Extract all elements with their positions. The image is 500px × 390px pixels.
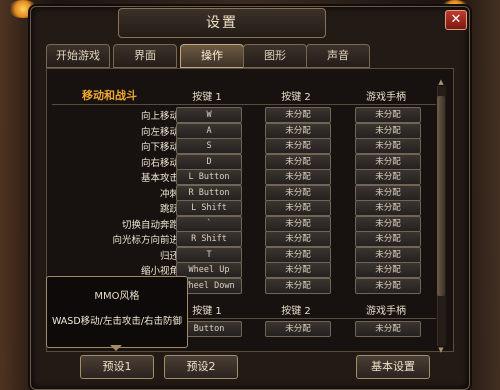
column-key2: 按键 2: [281, 92, 311, 103]
window-title: 设置: [118, 8, 326, 38]
action-label: 切换自动奔跑: [121, 219, 179, 231]
keybind-row: 切换自动奔跑 ` 未分配 未分配: [52, 215, 436, 232]
action-label: 向下移动: [140, 142, 179, 153]
tooltip-description: WASD移动/左击攻击/右击防御: [51, 316, 183, 327]
column-key1: 按键 1: [192, 92, 222, 103]
key2-binding-button[interactable]: 未分配: [265, 321, 331, 337]
basic-settings-button[interactable]: 基本设置: [356, 355, 430, 379]
gamepad-binding-button[interactable]: 未分配: [355, 321, 421, 337]
preset2-button[interactable]: 预设2: [164, 355, 238, 379]
tab-start-game[interactable]: 开始游戏: [46, 44, 110, 68]
preset-tooltip: MMO风格 WASD移动/左击攻击/右击防御: [46, 276, 188, 348]
scroll-up-icon[interactable]: ▲: [436, 78, 446, 86]
section-header-movement: 移动和战斗 按键 1 按键 2 游戏手柄: [52, 84, 436, 105]
scroll-down-icon[interactable]: ▼: [436, 346, 446, 354]
keybind-row: 向下移动 S 未分配 未分配: [52, 137, 436, 154]
tooltip-title: MMO风格: [94, 291, 140, 302]
action-label: 向光标方向前进: [112, 235, 179, 246]
scrollbar-thumb[interactable]: [437, 96, 445, 296]
keybind-row: 基本攻击 L Button 未分配 未分配: [52, 168, 436, 185]
keybind-row: 冲刺 R Button 未分配 未分配: [52, 184, 436, 201]
keybind-row: 向右移动 D 未分配 未分配: [52, 153, 436, 170]
tab-interface[interactable]: 界面: [113, 44, 177, 68]
gamepad-binding-button[interactable]: 未分配: [355, 277, 421, 294]
keybind-row: 归还 T 未分配 未分配: [52, 246, 436, 263]
column-key2: 按键 2: [281, 306, 311, 317]
action-label: 向左移动: [140, 126, 179, 138]
column-gamepad: 游戏手柄: [366, 92, 406, 103]
preset1-button[interactable]: 预设1: [80, 355, 154, 379]
key2-binding-button[interactable]: 未分配: [265, 277, 331, 294]
column-gamepad: 游戏手柄: [366, 306, 406, 317]
keybind-row: 向上移动 W 未分配 未分配: [52, 106, 436, 123]
action-label: 基本攻击: [140, 173, 179, 184]
tab-controls[interactable]: 操作: [180, 44, 244, 68]
close-button[interactable]: ✕: [445, 10, 467, 30]
action-label: 缩小视角: [140, 266, 179, 277]
action-label: 向右移动: [140, 157, 179, 169]
keybind-row: 跳跃 L Shift 未分配 未分配: [52, 199, 436, 216]
section-title: 移动和战斗: [82, 89, 137, 102]
tab-graphics[interactable]: 图形: [243, 44, 307, 68]
action-label: 向上移动: [140, 111, 179, 122]
keybind-row: 向左移动 A 未分配 未分配: [52, 122, 436, 139]
keybind-row: 向光标方向前进 R Shift 未分配 未分配: [52, 230, 436, 247]
tooltip-arrow-icon: [110, 345, 122, 351]
tab-sound[interactable]: 声音: [306, 44, 370, 68]
